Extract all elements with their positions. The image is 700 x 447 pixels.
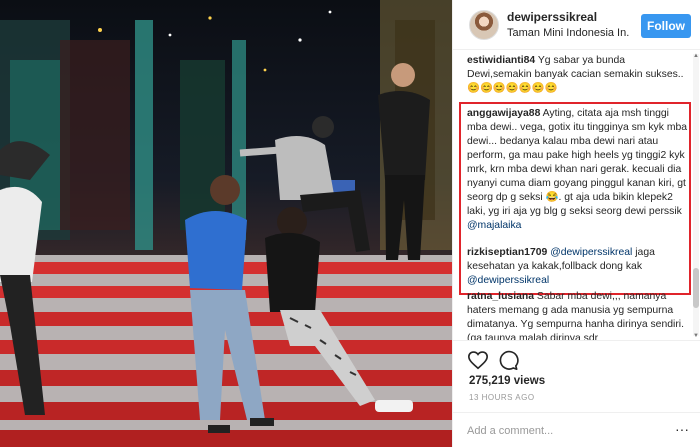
heart-icon[interactable] xyxy=(467,349,489,371)
list-item: estiwidianti84 Yg sabar ya bunda Dewi,se… xyxy=(467,54,689,96)
post-actions: 275,219 views 13 HOURS AGO xyxy=(453,340,700,412)
list-item: rizkiseptian1709 @dewiperssikreal jaga k… xyxy=(467,246,689,288)
scroll-down-arrow-icon[interactable]: ▼ xyxy=(693,333,699,339)
comment-username[interactable]: estiwidianti84 xyxy=(467,55,535,66)
comment-username[interactable]: ratna_lusiana xyxy=(467,291,534,302)
post-location[interactable]: Taman Mini Indonesia In... xyxy=(507,27,630,39)
scrollbar-thumb[interactable] xyxy=(693,268,699,308)
photo-scene xyxy=(0,0,452,447)
comment-icon[interactable] xyxy=(497,349,519,371)
avatar[interactable] xyxy=(469,10,499,40)
list-item: ratna_lusiana Sabar mba dewi,,, namanya … xyxy=(467,290,689,340)
comment-text: Ayting, citata aja msh tinggi mba dewi..… xyxy=(467,108,688,217)
comments-scrollbar[interactable] xyxy=(693,54,699,336)
post-photo[interactable] xyxy=(0,0,452,447)
scroll-up-arrow-icon[interactable]: ▲ xyxy=(693,53,699,59)
post-side-panel: dewiperssikreal Taman Mini Indonesia In.… xyxy=(452,0,700,447)
comment-username[interactable]: rizkiseptian1709 xyxy=(467,247,547,258)
comment-mention[interactable]: @majalaika xyxy=(467,220,521,231)
menu-dots-icon[interactable]: ··· xyxy=(675,422,689,436)
add-comment-input[interactable] xyxy=(467,422,667,440)
list-item: anggawijaya88 Ayting, citata aja msh tin… xyxy=(467,107,689,233)
view-count[interactable]: 275,219 views xyxy=(469,375,545,387)
comment-mention[interactable]: @dewiperssikreal xyxy=(550,247,632,258)
post-username[interactable]: dewiperssikreal xyxy=(507,10,597,24)
add-comment-bar: ··· xyxy=(453,412,700,447)
comments-list[interactable]: estiwidianti84 Yg sabar ya bunda Dewi,se… xyxy=(453,52,700,340)
follow-button[interactable]: Follow xyxy=(641,14,691,38)
post-timestamp[interactable]: 13 HOURS AGO xyxy=(469,393,535,402)
comment-mention[interactable]: @dewiperssikreal xyxy=(467,275,549,286)
comment-username[interactable]: anggawijaya88 xyxy=(467,108,540,119)
post-header: dewiperssikreal Taman Mini Indonesia In.… xyxy=(453,0,700,50)
